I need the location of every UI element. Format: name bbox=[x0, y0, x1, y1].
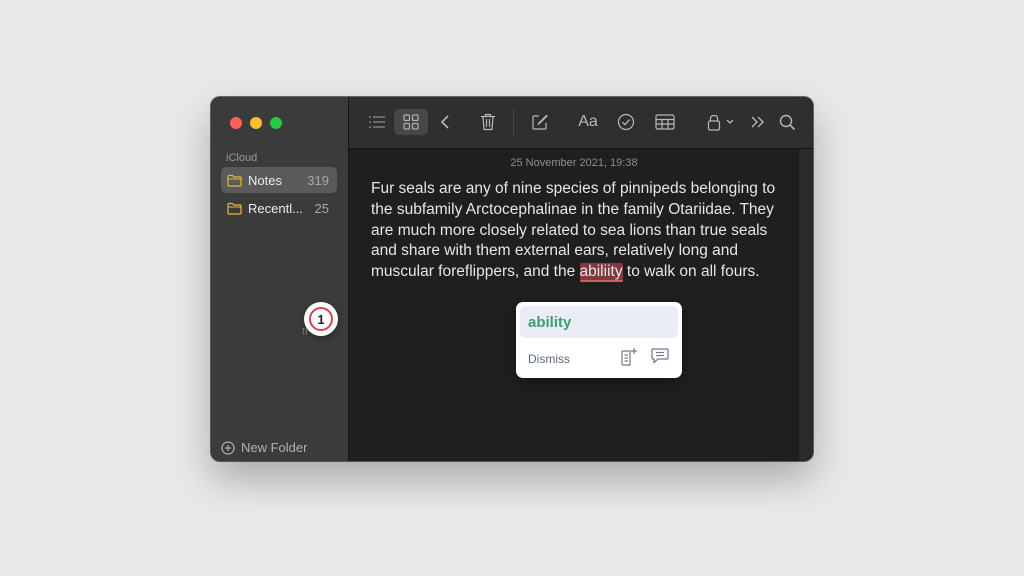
drag-handle-icon[interactable] bbox=[302, 327, 308, 335]
checklist-icon bbox=[617, 113, 635, 131]
search-icon bbox=[779, 114, 795, 130]
format-text-icon: Aa bbox=[578, 113, 598, 130]
back-button[interactable] bbox=[433, 109, 457, 135]
spelling-suggestion-popup: ability Dismiss bbox=[516, 302, 682, 378]
table-button[interactable] bbox=[650, 109, 680, 135]
more-button[interactable] bbox=[746, 109, 770, 135]
sidebar-item-recently-deleted[interactable]: Recentl... 25 bbox=[221, 195, 337, 221]
close-window-button[interactable] bbox=[230, 117, 242, 129]
folder-name: Notes bbox=[248, 172, 282, 188]
note-date: 25 November 2021, 19:38 bbox=[510, 157, 638, 169]
grammar-assistant-badge[interactable]: 1 bbox=[302, 302, 338, 336]
feedback-icon[interactable] bbox=[650, 347, 670, 365]
more-icon bbox=[751, 116, 764, 128]
list-view-icon bbox=[369, 116, 385, 128]
trash-icon bbox=[481, 113, 495, 131]
delete-button[interactable] bbox=[475, 109, 501, 135]
checklist-button[interactable] bbox=[613, 109, 639, 135]
back-icon bbox=[440, 115, 449, 129]
add-to-dictionary-icon[interactable] bbox=[620, 347, 638, 367]
sidebar: iCloud Notes 319 Recentl... 25 New Folde… bbox=[211, 97, 349, 461]
folder-icon bbox=[227, 202, 242, 215]
gallery-view-button[interactable] bbox=[394, 109, 428, 135]
new-note-button[interactable] bbox=[527, 109, 553, 135]
chevron-down-icon bbox=[726, 119, 734, 124]
toolbar-separator bbox=[513, 109, 514, 135]
compose-icon bbox=[532, 114, 548, 130]
sidebar-section-label: iCloud bbox=[226, 152, 258, 164]
minimize-window-button[interactable] bbox=[250, 117, 262, 129]
misspelled-word[interactable]: abiliity bbox=[579, 263, 623, 283]
lock-button[interactable] bbox=[703, 109, 739, 135]
note-body[interactable]: Fur seals are any of nine species of pin… bbox=[371, 179, 791, 283]
zoom-window-button[interactable] bbox=[270, 117, 282, 129]
lock-icon bbox=[707, 114, 721, 131]
folder-count: 25 bbox=[314, 200, 329, 216]
issue-count: 1 bbox=[309, 307, 333, 331]
table-icon bbox=[655, 114, 675, 130]
suggestion-button[interactable]: ability bbox=[520, 306, 678, 338]
new-folder-label: New Folder bbox=[241, 440, 308, 455]
plus-circle-icon bbox=[221, 440, 235, 455]
note-text-after: to walk on all fours. bbox=[622, 263, 760, 281]
gallery-view-icon bbox=[403, 114, 419, 130]
list-view-button[interactable] bbox=[363, 109, 391, 135]
new-folder-button[interactable]: New Folder bbox=[221, 440, 307, 455]
folder-count: 319 bbox=[307, 172, 329, 188]
folder-icon bbox=[227, 174, 242, 187]
scrollbar[interactable] bbox=[799, 149, 813, 461]
search-button[interactable] bbox=[775, 109, 799, 135]
sidebar-item-notes[interactable]: Notes 319 bbox=[221, 167, 337, 193]
notes-window: iCloud Notes 319 Recentl... 25 New Folde… bbox=[211, 97, 813, 461]
toolbar: Aa bbox=[349, 97, 813, 149]
dismiss-button[interactable]: Dismiss bbox=[528, 352, 570, 366]
format-text-button[interactable]: Aa bbox=[573, 109, 603, 135]
folder-name: Recentl... bbox=[248, 200, 303, 216]
